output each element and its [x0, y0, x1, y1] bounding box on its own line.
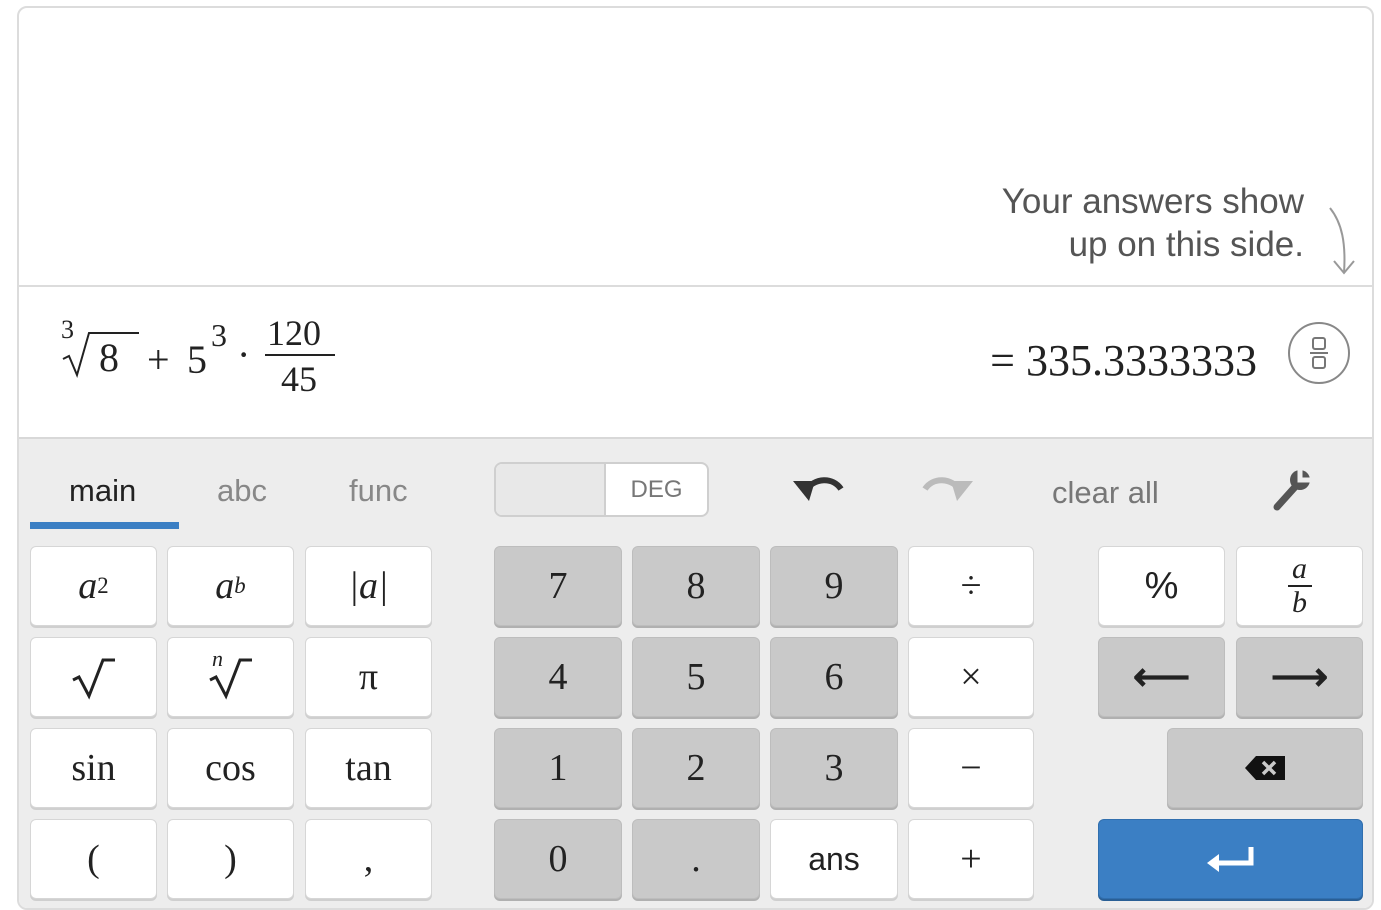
angle-mode-toggle[interactable]: DEG: [494, 462, 709, 517]
power-exponent-label: b: [234, 573, 246, 598]
fraction-toggle-button[interactable]: [1288, 322, 1350, 384]
fraction-key-numerator: a: [1292, 552, 1307, 585]
left-paren-key[interactable]: (: [30, 819, 157, 899]
power-exponent: 3: [211, 317, 227, 353]
fraction-icon: [1310, 337, 1328, 369]
expression-row[interactable]: 3 8 + 5 3 · 120 45 = 335.3333333: [19, 287, 1372, 437]
tab-abc[interactable]: abc: [217, 473, 267, 509]
comma-key[interactable]: ,: [305, 819, 432, 899]
result-value: = 335.3333333: [990, 336, 1257, 385]
cos-key[interactable]: cos: [167, 728, 294, 808]
tab-main[interactable]: main: [69, 473, 136, 509]
digit-2-key[interactable]: 2: [632, 728, 760, 808]
sqrt-key[interactable]: [30, 637, 157, 717]
fraction-denominator: 45: [281, 359, 317, 399]
left-arrow-icon: ⟵: [1132, 655, 1191, 699]
add-key[interactable]: +: [908, 819, 1034, 899]
undo-icon[interactable]: [791, 469, 847, 509]
multiply-key[interactable]: ×: [908, 637, 1034, 717]
fraction-key-denominator: b: [1292, 586, 1307, 619]
curved-arrow-icon: [1329, 207, 1355, 275]
power-base-label: a: [215, 565, 235, 607]
active-tab-indicator: [30, 522, 179, 529]
history-hint-line2: up on this side.: [1068, 225, 1304, 264]
backspace-icon: [1245, 756, 1285, 780]
redo-icon[interactable]: [919, 469, 975, 509]
wrench-icon[interactable]: [1269, 467, 1313, 511]
digit-3-key[interactable]: 3: [770, 728, 898, 808]
divide-key[interactable]: ÷: [908, 546, 1034, 626]
enter-icon: [1206, 847, 1253, 872]
absolute-value-key[interactable]: |a|: [305, 546, 432, 626]
power-key[interactable]: ab: [167, 546, 294, 626]
digit-5-key[interactable]: 5: [632, 637, 760, 717]
nth-root-index: n: [212, 646, 223, 671]
backspace-key[interactable]: [1167, 728, 1363, 808]
nth-root-key[interactable]: n: [167, 637, 294, 717]
power-base: 5: [187, 337, 207, 382]
pi-key[interactable]: π: [305, 637, 432, 717]
cursor-right-key[interactable]: ⟶: [1236, 637, 1363, 717]
digit-4-key[interactable]: 4: [494, 637, 622, 717]
right-paren-key[interactable]: ): [167, 819, 294, 899]
digit-1-key[interactable]: 1: [494, 728, 622, 808]
digit-8-key[interactable]: 8: [632, 546, 760, 626]
square-base: a: [78, 565, 98, 607]
digit-0-key[interactable]: 0: [494, 819, 622, 899]
ans-key[interactable]: ans: [770, 819, 898, 899]
digit-9-key[interactable]: 9: [770, 546, 898, 626]
digit-6-key[interactable]: 6: [770, 637, 898, 717]
fraction-numerator: 120: [267, 313, 321, 353]
sqrt-icon: [71, 658, 115, 700]
square-key[interactable]: a2: [30, 546, 157, 626]
fraction-bar: [265, 354, 335, 356]
plus-operator: +: [147, 337, 170, 382]
enter-key[interactable]: [1098, 819, 1363, 899]
tan-key[interactable]: tan: [305, 728, 432, 808]
toggle-knob: [496, 464, 606, 515]
history-hint-line1: Your answers show: [1001, 182, 1304, 221]
cursor-left-key[interactable]: ⟵: [1098, 637, 1225, 717]
fraction-key[interactable]: a b: [1236, 546, 1363, 626]
radicand: 8: [99, 335, 119, 380]
clear-all-button[interactable]: clear all: [1052, 475, 1159, 511]
digit-7-key[interactable]: 7: [494, 546, 622, 626]
angle-mode-label: DEG: [630, 476, 683, 503]
keypad: main abc func DEG clear all a2 ab |a| n …: [19, 437, 1372, 908]
history-hint: Your answers show up on this side.: [1002, 180, 1304, 266]
subtract-key[interactable]: −: [908, 728, 1034, 808]
multiply-dot: ·: [237, 332, 251, 377]
sin-key[interactable]: sin: [30, 728, 157, 808]
right-arrow-icon: ⟶: [1270, 655, 1329, 699]
percent-key[interactable]: %: [1098, 546, 1225, 626]
calculator-window: Your answers show up on this side. 3 8 +…: [17, 6, 1374, 910]
decimal-point-key[interactable]: .: [632, 819, 760, 899]
tab-func[interactable]: func: [349, 473, 408, 509]
